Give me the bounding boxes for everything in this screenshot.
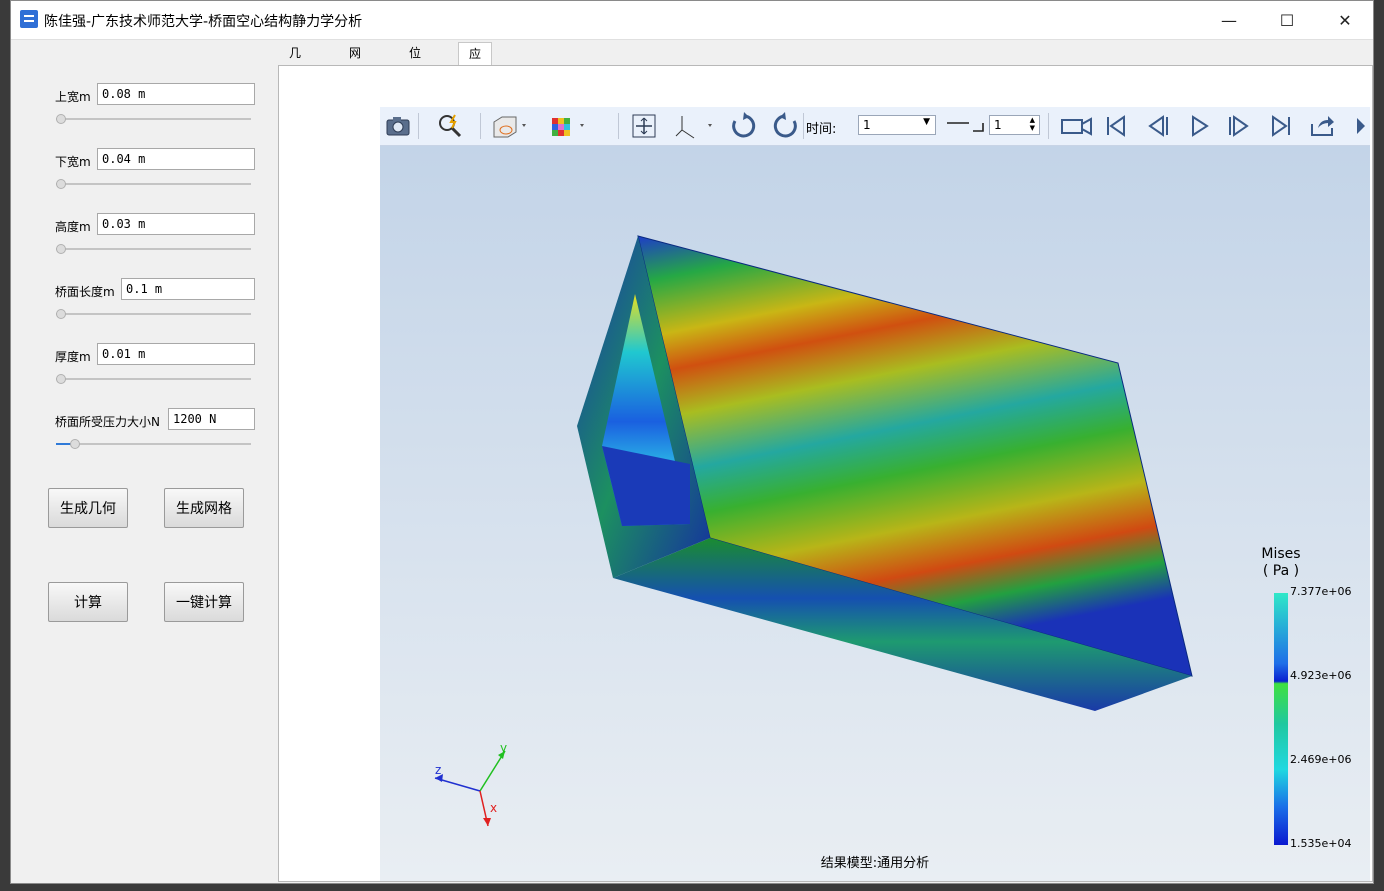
pressure-input[interactable]: 1200 N [168,408,255,430]
bottom-width-slider[interactable] [56,179,251,189]
maximize-button[interactable]: ☐ [1264,1,1310,39]
pressure-slider[interactable] [56,439,251,449]
export-icon[interactable] [1308,112,1336,140]
slider-handle[interactable] [56,374,66,384]
axis-z-label: z [435,763,442,777]
top-width-label: 上宽m [55,90,91,104]
rotate-ccw-icon[interactable] [771,112,799,140]
legend-tick-label: 7.377e+06 [1290,585,1352,598]
slider-handle[interactable] [56,244,66,254]
step-spinbox[interactable]: 1 ▲ ▼ [989,115,1040,135]
minimize-button[interactable]: — [1206,1,1252,39]
thickness-label: 厚度m [55,350,91,364]
height-slider[interactable] [56,244,251,254]
color-cube-icon[interactable] [548,112,588,140]
axis-y-label: y [500,741,508,755]
step-line-icon [947,122,984,132]
slider-handle[interactable] [70,439,80,449]
close-button[interactable]: ✕ [1322,1,1368,39]
legend-tick-label: 2.469e+06 [1290,753,1352,766]
chevron-down-icon: ▼ [923,117,930,127]
legend-title: Mises [1261,546,1301,562]
app-window: 陈佳强-广东技术师范大学-桥面空心结构静力学分析 — ☐ ✕ 上宽m 0.08 … [10,0,1374,884]
time-label: 时间: [806,122,837,137]
thickness-slider[interactable] [56,374,251,384]
camera-icon[interactable] [384,112,412,140]
slider-handle[interactable] [56,309,66,319]
play-icon[interactable] [1185,112,1213,140]
rotate-cw-icon[interactable] [730,112,758,140]
slider-handle[interactable] [56,179,66,189]
previous-frame-icon[interactable] [1143,112,1171,140]
title-bar: 陈佳强-广东技术师范大学-桥面空心结构静力学分析 — ☐ ✕ [11,1,1373,40]
tab-displacement[interactable]: 位移图 [399,42,432,104]
legend-unit: ( Pa ) [1262,563,1300,579]
height-input[interactable]: 0.03 m [97,213,255,235]
fit-view-icon[interactable] [630,112,658,140]
time-value: 1 [863,118,871,132]
zoom-icon[interactable] [436,112,464,140]
last-frame-icon[interactable] [1267,112,1295,140]
axes-view-icon[interactable] [672,112,716,140]
deck-length-slider[interactable] [56,309,251,319]
deck-length-input[interactable]: 0.1 m [121,278,255,300]
axis-triad [434,750,506,827]
viewer-toolbar: 时间: 1 ▼ 1 ▲ ▼ [380,107,1370,146]
spin-arrows-icon: ▲ ▼ [1029,116,1035,132]
bottom-width-input[interactable]: 0.04 m [97,148,255,170]
generate-geometry-button[interactable]: 生成几何 [48,488,128,528]
tab-mesh[interactable]: 网格图 [339,42,372,104]
time-select[interactable]: 1 ▼ [858,115,936,135]
tab-stress[interactable]: 应力图 [458,42,493,105]
first-frame-icon[interactable] [1102,112,1130,140]
tab-geometry[interactable]: 几何图 [279,42,312,104]
app-icon [20,10,38,28]
generate-mesh-button[interactable]: 生成网格 [164,488,244,528]
bottom-width-label: 下宽m [55,155,91,169]
parameter-panel: 上宽m 0.08 m 下宽m 0.04 m 高度m 0.03 m 桥面长度m 0… [11,40,277,883]
result-model-label: 结果模型:通用分析 [820,856,930,871]
legend-tick-label: 4.923e+06 [1290,669,1352,682]
slider-handle[interactable] [56,114,66,124]
top-width-slider[interactable] [56,114,251,124]
overflow-icon[interactable] [1355,112,1369,140]
display-mode-icon[interactable] [490,112,530,140]
top-width-input[interactable]: 0.08 m [97,83,255,105]
legend-color-bar [1274,593,1288,845]
deck-length-label: 桥面长度m [55,285,115,299]
record-video-icon[interactable] [1060,112,1094,140]
next-frame-icon[interactable] [1226,112,1254,140]
pressure-label: 桥面所受压力大小N [55,415,160,429]
axis-x-label: x [490,801,498,815]
legend-tick-label: 1.535e+04 [1290,837,1352,850]
result-viewport[interactable]: y z x Mises ( Pa ) 7.377e+06 4.923e+06 2… [380,146,1370,881]
stress-contour-model[interactable] [380,146,1370,881]
compute-button[interactable]: 计算 [48,582,128,622]
window-title: 陈佳强-广东技术师范大学-桥面空心结构静力学分析 [44,14,363,30]
one-click-compute-button[interactable]: 一键计算 [164,582,244,622]
step-value: 1 [994,118,1002,132]
height-label: 高度m [55,220,91,234]
thickness-input[interactable]: 0.01 m [97,343,255,365]
